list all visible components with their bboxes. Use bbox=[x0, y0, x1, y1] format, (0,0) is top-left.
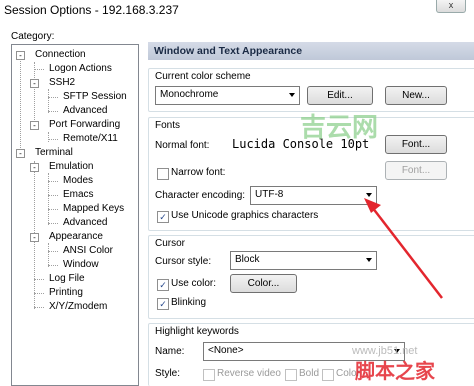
annotation-arrow bbox=[364, 198, 443, 299]
watermark-logo: 吉云网 bbox=[300, 113, 379, 143]
watermark-brand: 脚本之家 bbox=[355, 359, 435, 383]
